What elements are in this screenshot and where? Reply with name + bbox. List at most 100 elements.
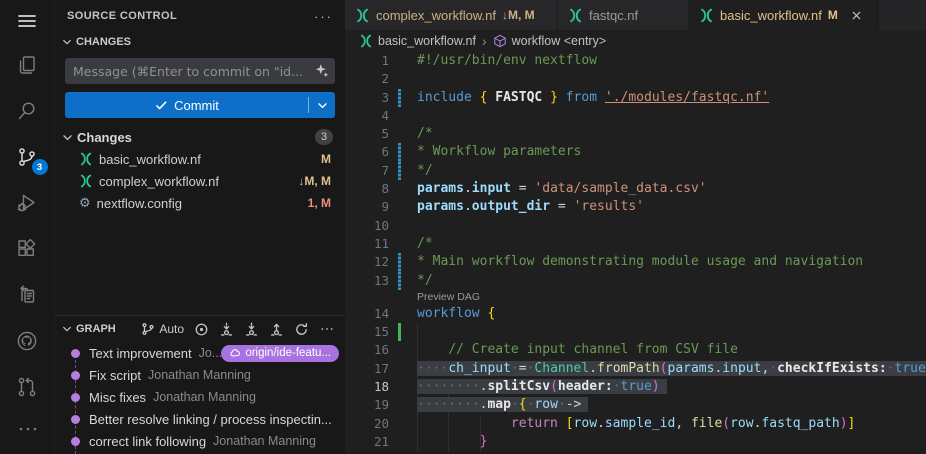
- sparkle-ai-icon[interactable]: [314, 63, 329, 78]
- scm-file-name: basic_workflow.nf: [99, 152, 201, 167]
- git-gutter: [398, 107, 401, 125]
- scm-file-row[interactable]: ⚙nextflow.config1, M: [55, 192, 345, 214]
- more-icon[interactable]: [0, 406, 55, 452]
- line-number[interactable]: 8: [345, 180, 389, 198]
- changes-section-label: CHANGES: [76, 36, 131, 48]
- line-number[interactable]: 1: [345, 52, 389, 70]
- chevron-down-icon: [61, 131, 74, 144]
- code-line-9[interactable]: 9params.output_dir = 'results': [345, 198, 926, 216]
- commit-button[interactable]: Commit: [65, 92, 335, 118]
- commit-row[interactable]: Fix scriptJonathan Manning: [55, 364, 345, 386]
- line-number[interactable]: 9: [345, 198, 389, 216]
- code-line-17[interactable]: 17 ····ch_input·=·Channel.fromPath(params…: [345, 360, 926, 378]
- breadcrumb-file[interactable]: basic_workflow.nf: [359, 34, 476, 48]
- sidebar-more-actions-icon[interactable]: ···: [314, 9, 333, 24]
- editor-tab[interactable]: fastqc.nf: [558, 0, 689, 30]
- commit-row[interactable]: Better resolve linking / process inspect…: [55, 408, 345, 430]
- code-line-15[interactable]: 15: [345, 323, 926, 341]
- line-number[interactable]: 2: [345, 70, 389, 88]
- activity-bar: 3: [0, 0, 55, 454]
- commit-message-input[interactable]: [65, 58, 335, 84]
- editor-tab[interactable]: complex_workflow.nf↓M, M: [345, 0, 558, 30]
- line-number[interactable]: 11: [345, 235, 389, 253]
- extensions-icon[interactable]: [0, 226, 55, 272]
- auto-graph-toggle[interactable]: Auto: [141, 322, 184, 336]
- code-line-5[interactable]: 5/*: [345, 125, 926, 143]
- commit-dropdown-button[interactable]: [309, 99, 335, 112]
- line-number[interactable]: 7: [345, 162, 389, 180]
- changes-group-header[interactable]: Changes 3: [55, 126, 345, 148]
- changes-tree: Changes 3 basic_workflow.nfMcomplex_work…: [55, 126, 345, 214]
- nextflow-file-icon: [79, 152, 93, 166]
- git-branch-icon: [141, 322, 155, 336]
- branch-ref-pill[interactable]: origin/ide-featu...: [221, 345, 339, 362]
- codelens-preview-dag[interactable]: Preview DAG: [345, 290, 926, 305]
- commit-message: Better resolve linking / process inspect…: [89, 412, 332, 427]
- line-number[interactable]: 3: [345, 89, 389, 107]
- code-line-3[interactable]: 3 include { FASTQC } from './modules/fast…: [345, 89, 926, 107]
- code-line-14[interactable]: 14workflow {: [345, 305, 926, 323]
- line-number[interactable]: 19: [345, 396, 389, 414]
- editor-tabs: complex_workflow.nf↓M, Mfastqc.nfbasic_w…: [345, 0, 926, 30]
- line-number[interactable]: 14: [345, 305, 389, 323]
- code-line-2[interactable]: 2: [345, 70, 926, 88]
- line-number[interactable]: 5: [345, 125, 389, 143]
- code-line-8[interactable]: 8params.input = 'data/sample_data.csv': [345, 180, 926, 198]
- commit-dot-icon: [71, 415, 80, 424]
- graph-section-header[interactable]: GRAPH Auto: [55, 316, 345, 342]
- line-number[interactable]: 13: [345, 272, 389, 290]
- pull-icon[interactable]: [244, 322, 259, 337]
- editor-tab[interactable]: basic_workflow.nfM: [689, 0, 879, 30]
- code-line-6[interactable]: 6* Workflow parameters: [345, 143, 926, 161]
- changes-section-header[interactable]: CHANGES: [55, 32, 345, 52]
- commit-row[interactable]: Misc fixesJonathan Manning: [55, 386, 345, 408]
- target-icon[interactable]: [194, 322, 209, 337]
- code-editor[interactable]: 1#!/usr/bin/env nextflow23 include { FAST…: [345, 52, 926, 454]
- line-number[interactable]: 12: [345, 253, 389, 271]
- selection-highlight: ····ch_input·=·Channel.fromPath(params.i…: [417, 361, 926, 376]
- line-number[interactable]: 17: [345, 360, 389, 378]
- line-number[interactable]: 10: [345, 217, 389, 235]
- commit-row[interactable]: Text improvementJo...origin/ide-featu...: [55, 342, 345, 364]
- push-icon[interactable]: [269, 322, 284, 337]
- code-line-7[interactable]: 7*/: [345, 162, 926, 180]
- code-text: include { FASTQC } from './modules/fastq…: [417, 89, 769, 107]
- line-number[interactable]: 15: [345, 323, 389, 341]
- code-line-19[interactable]: 19········.map·{·row·->: [345, 396, 926, 414]
- code-line-12[interactable]: 12* Main workflow demonstrating module u…: [345, 253, 926, 271]
- line-number[interactable]: 20: [345, 415, 389, 433]
- breadcrumb-symbol[interactable]: workflow <entry>: [493, 34, 606, 48]
- line-number[interactable]: 4: [345, 107, 389, 125]
- code-line-4[interactable]: 4: [345, 107, 926, 125]
- code-line-16[interactable]: 16 // Create input channel from CSV file: [345, 341, 926, 359]
- search-icon[interactable]: [0, 88, 55, 134]
- line-number[interactable]: 16: [345, 341, 389, 359]
- tab-close-icon[interactable]: [850, 9, 863, 22]
- fetch-icon[interactable]: [219, 322, 234, 337]
- run-debug-icon[interactable]: [0, 180, 55, 226]
- commit-row[interactable]: correct link followingJonathan Manning: [55, 430, 345, 452]
- line-number[interactable]: 6: [345, 143, 389, 161]
- code-line-10[interactable]: 10: [345, 217, 926, 235]
- code-line-18[interactable]: 18········.splitCsv(header:·true): [345, 378, 926, 396]
- code-line-21[interactable]: 21 }: [345, 433, 926, 451]
- source-control-icon[interactable]: 3: [0, 134, 55, 180]
- github-icon[interactable]: [0, 318, 55, 364]
- code-line-1[interactable]: 1#!/usr/bin/env nextflow: [345, 52, 926, 70]
- scm-file-row[interactable]: complex_workflow.nf↓M, M: [55, 170, 345, 192]
- code-line-13[interactable]: 13*/: [345, 272, 926, 290]
- line-number[interactable]: 18: [345, 378, 389, 396]
- code-line-20[interactable]: 20 return [row.sample_id, file(row.fastq…: [345, 415, 926, 433]
- more-icon[interactable]: [319, 321, 335, 337]
- scm-file-row[interactable]: basic_workflow.nfM: [55, 148, 345, 170]
- menu-icon[interactable]: [0, 0, 55, 42]
- code-line-11[interactable]: 11/*: [345, 235, 926, 253]
- git-gutter: [398, 341, 401, 359]
- tab-strip-filler: [879, 0, 926, 30]
- refresh-icon[interactable]: [294, 322, 309, 337]
- code-text: return [row.sample_id, file(row.fastq_pa…: [417, 415, 855, 433]
- pull-requests-icon[interactable]: [0, 364, 55, 410]
- explorer-icon[interactable]: [0, 42, 55, 88]
- docs-sync-icon[interactable]: [0, 272, 55, 318]
- line-number[interactable]: 21: [345, 433, 389, 451]
